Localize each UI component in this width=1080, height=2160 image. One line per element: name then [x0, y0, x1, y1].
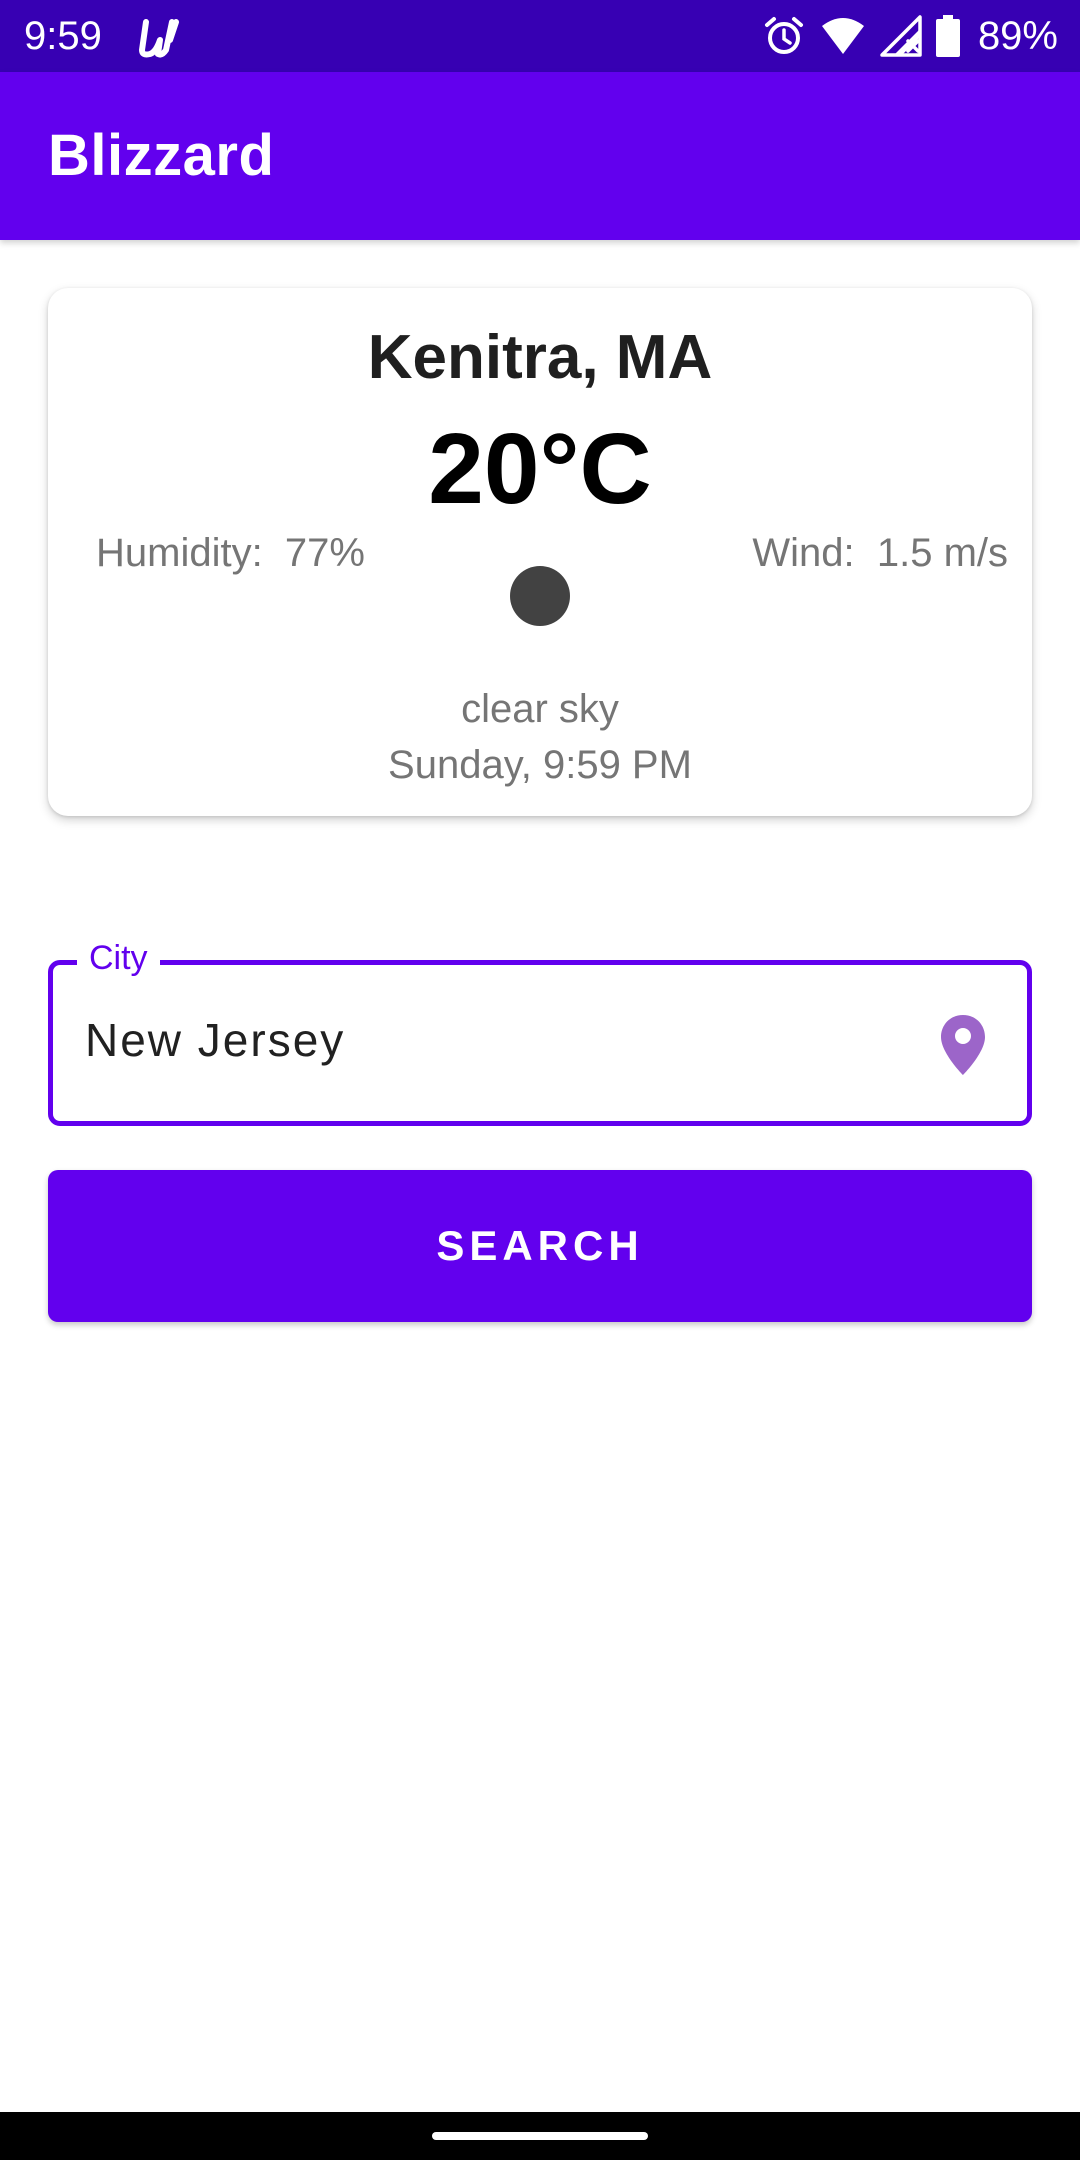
alarm-icon [764, 17, 803, 54]
city-field[interactable]: City [48, 935, 1032, 1126]
location-pin-icon[interactable] [939, 1013, 987, 1077]
wind-text: Wind: 1.5 m/s [752, 531, 1008, 575]
app-u-icon [139, 19, 179, 58]
app-bar: Blizzard [0, 72, 1080, 240]
temperature: 20°C [428, 413, 652, 525]
weather-card: Kenitra, MA 20°C Humidity: 77% Wind: 1.5… [48, 288, 1032, 816]
weather-datetime: Sunday, 9:59 PM [388, 743, 692, 787]
city-input[interactable] [85, 1005, 905, 1075]
wifi-icon [821, 18, 864, 54]
status-bar: 9:59 89% [0, 0, 1080, 72]
city-field-label: City [77, 935, 160, 981]
weather-icon [510, 566, 570, 626]
humidity-text: Humidity: 77% [96, 531, 365, 575]
navigation-bar [0, 2112, 1080, 2160]
screen: 9:59 89% Blizzard Kenitra, MA 20°C Humid… [0, 0, 1080, 2160]
battery-percent: 89% [977, 14, 1058, 58]
status-icons: 89% [762, 10, 1058, 62]
city-name: Kenitra, MA [367, 323, 713, 392]
status-time: 9:59 [24, 14, 102, 58]
app-title: Blizzard [48, 123, 275, 188]
signal-icon [880, 15, 922, 57]
home-indicator[interactable] [432, 2132, 648, 2140]
battery-icon [935, 15, 960, 57]
weather-description: clear sky [461, 687, 619, 731]
search-button[interactable]: SEARCH [48, 1170, 1032, 1322]
